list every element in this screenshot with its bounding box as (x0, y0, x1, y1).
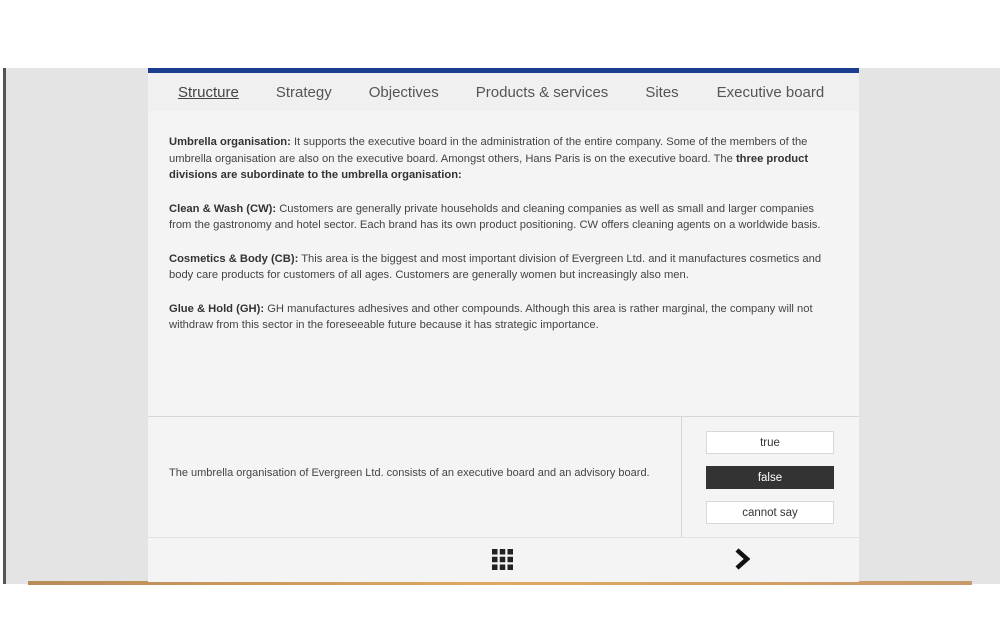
footer-nav (148, 537, 859, 582)
tab-sites[interactable]: Sites (645, 84, 678, 101)
tab-objectives[interactable]: Objectives (369, 84, 439, 101)
paragraph-title: Umbrella organisation: (169, 136, 291, 148)
answer-true-button[interactable]: true (706, 431, 834, 454)
tab-bar: Structure Strategy Objectives Products &… (148, 73, 859, 111)
paragraph-umbrella: Umbrella organisation: It supports the e… (169, 134, 839, 184)
paragraph-glue-hold: Glue & Hold (GH): GH manufactures adhesi… (169, 301, 839, 334)
chevron-right-icon[interactable] (734, 547, 750, 571)
question-statement: The umbrella organisation of Evergreen L… (169, 467, 650, 479)
answer-false-button[interactable]: false (706, 466, 834, 489)
info-text: Umbrella organisation: It supports the e… (169, 134, 839, 351)
tab-strategy[interactable]: Strategy (276, 84, 332, 101)
answer-cannot-say-button[interactable]: cannot say (706, 501, 834, 524)
paragraph-title: Glue & Hold (GH): (169, 302, 265, 315)
question-divider (148, 416, 859, 417)
paragraph-text: GH manufactures adhesives and other comp… (169, 302, 813, 332)
paragraph-title: Clean & Wash (CW): (169, 202, 277, 215)
paragraph-clean-wash: Clean & Wash (CW): Customers are general… (169, 201, 839, 234)
main-panel: Structure Strategy Objectives Products &… (148, 68, 859, 582)
tab-executive-board[interactable]: Executive board (717, 84, 825, 101)
tab-products-services[interactable]: Products & services (476, 84, 609, 101)
grid-menu-icon[interactable] (492, 549, 513, 570)
paragraph-title: Cosmetics & Body (CB): (169, 252, 299, 265)
answer-divider (681, 416, 682, 537)
paragraph-cosmetics-body: Cosmetics & Body (CB): This area is the … (169, 251, 839, 284)
tab-structure[interactable]: Structure (178, 84, 239, 101)
